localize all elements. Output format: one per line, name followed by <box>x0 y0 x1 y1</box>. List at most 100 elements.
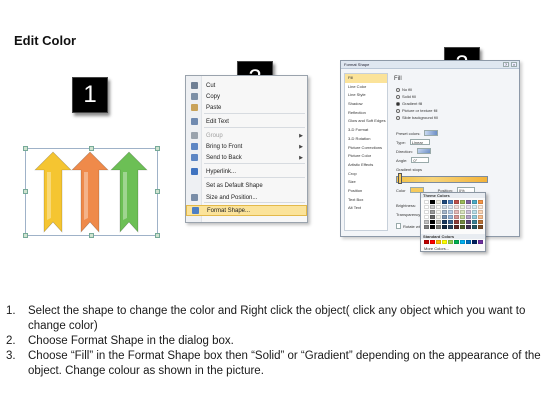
color-swatch[interactable] <box>460 225 465 229</box>
green-arrow-shape[interactable] <box>110 151 148 233</box>
color-swatch[interactable] <box>466 220 471 224</box>
category-3-d-rotation[interactable]: 3-D Rotation <box>345 135 387 144</box>
color-swatch[interactable] <box>472 210 477 214</box>
color-swatch[interactable] <box>460 210 465 214</box>
color-swatch[interactable] <box>442 220 447 224</box>
menu-item-hyperlink[interactable]: Hyperlink... <box>186 166 307 177</box>
color-swatch[interactable] <box>478 200 483 204</box>
menu-item-edit-text[interactable]: Edit Text <box>186 116 307 127</box>
color-swatch[interactable] <box>436 225 441 229</box>
category-size[interactable]: Size <box>345 178 387 187</box>
color-swatch[interactable] <box>454 215 459 219</box>
fill-option-picture-or-texture-fill[interactable]: Picture or texture fill <box>396 108 437 113</box>
color-swatch[interactable] <box>430 215 435 219</box>
angle-input[interactable]: 0° <box>411 157 430 163</box>
radio-button[interactable] <box>396 101 400 106</box>
type-dropdown[interactable]: Linear <box>409 139 430 145</box>
category-line-style[interactable]: Line Style <box>345 91 387 100</box>
color-swatch[interactable] <box>442 240 447 244</box>
category-artistic-effects[interactable]: Artistic Effects <box>345 161 387 170</box>
close-icon[interactable]: × <box>511 62 517 67</box>
menu-item-set-as-default-shape[interactable]: Set as Default Shape <box>186 180 307 191</box>
color-swatch[interactable] <box>466 210 471 214</box>
menu-item-cut[interactable]: Cut <box>186 80 307 91</box>
gradient-stops-bar[interactable] <box>396 176 488 183</box>
orange-arrow-shape[interactable] <box>71 151 109 233</box>
color-swatch[interactable] <box>424 205 429 209</box>
category-picture-corrections[interactable]: Picture Corrections <box>345 144 387 153</box>
color-swatch[interactable] <box>436 210 441 214</box>
category-fill[interactable]: Fill <box>345 74 387 83</box>
color-swatch[interactable] <box>448 240 453 244</box>
radio-button[interactable] <box>396 108 400 113</box>
fill-option-slide-background-fill[interactable]: Slide background fill <box>396 115 438 120</box>
menu-item-size-and-position[interactable]: Size and Position... <box>186 192 307 203</box>
more-colors-link[interactable]: More Colors... <box>424 246 449 251</box>
color-swatch[interactable] <box>454 210 459 214</box>
color-swatch[interactable] <box>478 220 483 224</box>
color-swatch[interactable] <box>478 215 483 219</box>
direction-dropdown[interactable] <box>416 148 431 154</box>
color-swatch[interactable] <box>460 215 465 219</box>
color-swatch[interactable] <box>472 215 477 219</box>
color-swatch[interactable] <box>436 215 441 219</box>
color-swatch[interactable] <box>466 205 471 209</box>
category-crop[interactable]: Crop <box>345 170 387 179</box>
category-3-d-format[interactable]: 3-D Format <box>345 126 387 135</box>
category-position[interactable]: Position <box>345 187 387 196</box>
radio-button[interactable] <box>396 94 400 99</box>
color-swatch[interactable] <box>454 225 459 229</box>
color-swatch[interactable] <box>454 200 459 204</box>
color-swatch[interactable] <box>436 200 441 204</box>
menu-item-send-to-back[interactable]: Send to Back ▶ <box>186 152 307 163</box>
color-swatch[interactable] <box>460 240 465 244</box>
preset-colors-dropdown[interactable] <box>424 130 439 136</box>
color-swatch[interactable] <box>430 210 435 214</box>
color-swatch[interactable] <box>430 240 435 244</box>
menu-item-bring-to-front[interactable]: Bring to Front ▶ <box>186 141 307 152</box>
color-swatch[interactable] <box>472 240 477 244</box>
category-shadow[interactable]: Shadow <box>345 100 387 109</box>
menu-item-copy[interactable]: Copy <box>186 91 307 102</box>
color-swatch[interactable] <box>472 220 477 224</box>
color-swatch[interactable] <box>430 205 435 209</box>
color-swatch[interactable] <box>478 240 483 244</box>
color-swatch[interactable] <box>448 200 453 204</box>
category-line-color[interactable]: Line Color <box>345 83 387 92</box>
color-swatch[interactable] <box>448 205 453 209</box>
color-swatch[interactable] <box>466 200 471 204</box>
rotate-with-shape-checkbox[interactable] <box>396 223 401 229</box>
color-swatch[interactable] <box>430 220 435 224</box>
yellow-arrow-shape[interactable] <box>34 151 72 233</box>
color-swatch[interactable] <box>442 210 447 214</box>
color-swatch[interactable] <box>454 205 459 209</box>
category-glow-and-soft-edges[interactable]: Glow and Soft Edges <box>345 117 387 126</box>
category-text-box[interactable]: Text Box <box>345 196 387 205</box>
gradient-stop-handle[interactable] <box>398 173 402 184</box>
menu-item-format-shape[interactable]: Format Shape... <box>186 205 307 216</box>
color-swatch[interactable] <box>466 225 471 229</box>
color-swatch[interactable] <box>472 225 477 229</box>
color-swatch[interactable] <box>448 210 453 214</box>
color-swatch[interactable] <box>448 225 453 229</box>
color-swatch[interactable] <box>436 220 441 224</box>
radio-button[interactable] <box>396 115 400 120</box>
color-swatch[interactable] <box>424 225 429 229</box>
color-swatch[interactable] <box>442 225 447 229</box>
category-alt-text[interactable]: Alt Text <box>345 204 387 213</box>
color-swatch[interactable] <box>478 225 483 229</box>
color-swatch[interactable] <box>424 200 429 204</box>
color-swatch[interactable] <box>424 240 429 244</box>
color-swatch[interactable] <box>436 205 441 209</box>
color-swatch[interactable] <box>442 215 447 219</box>
color-swatch[interactable] <box>472 200 477 204</box>
color-swatch[interactable] <box>436 240 441 244</box>
radio-button[interactable] <box>396 87 400 92</box>
help-icon[interactable]: ? <box>503 62 509 67</box>
color-swatch[interactable] <box>430 225 435 229</box>
fill-option-solid-fill[interactable]: Solid fill <box>396 94 416 99</box>
color-swatch[interactable] <box>448 220 453 224</box>
color-swatch[interactable] <box>424 220 429 224</box>
color-swatch[interactable] <box>454 220 459 224</box>
color-swatch[interactable] <box>454 240 459 244</box>
